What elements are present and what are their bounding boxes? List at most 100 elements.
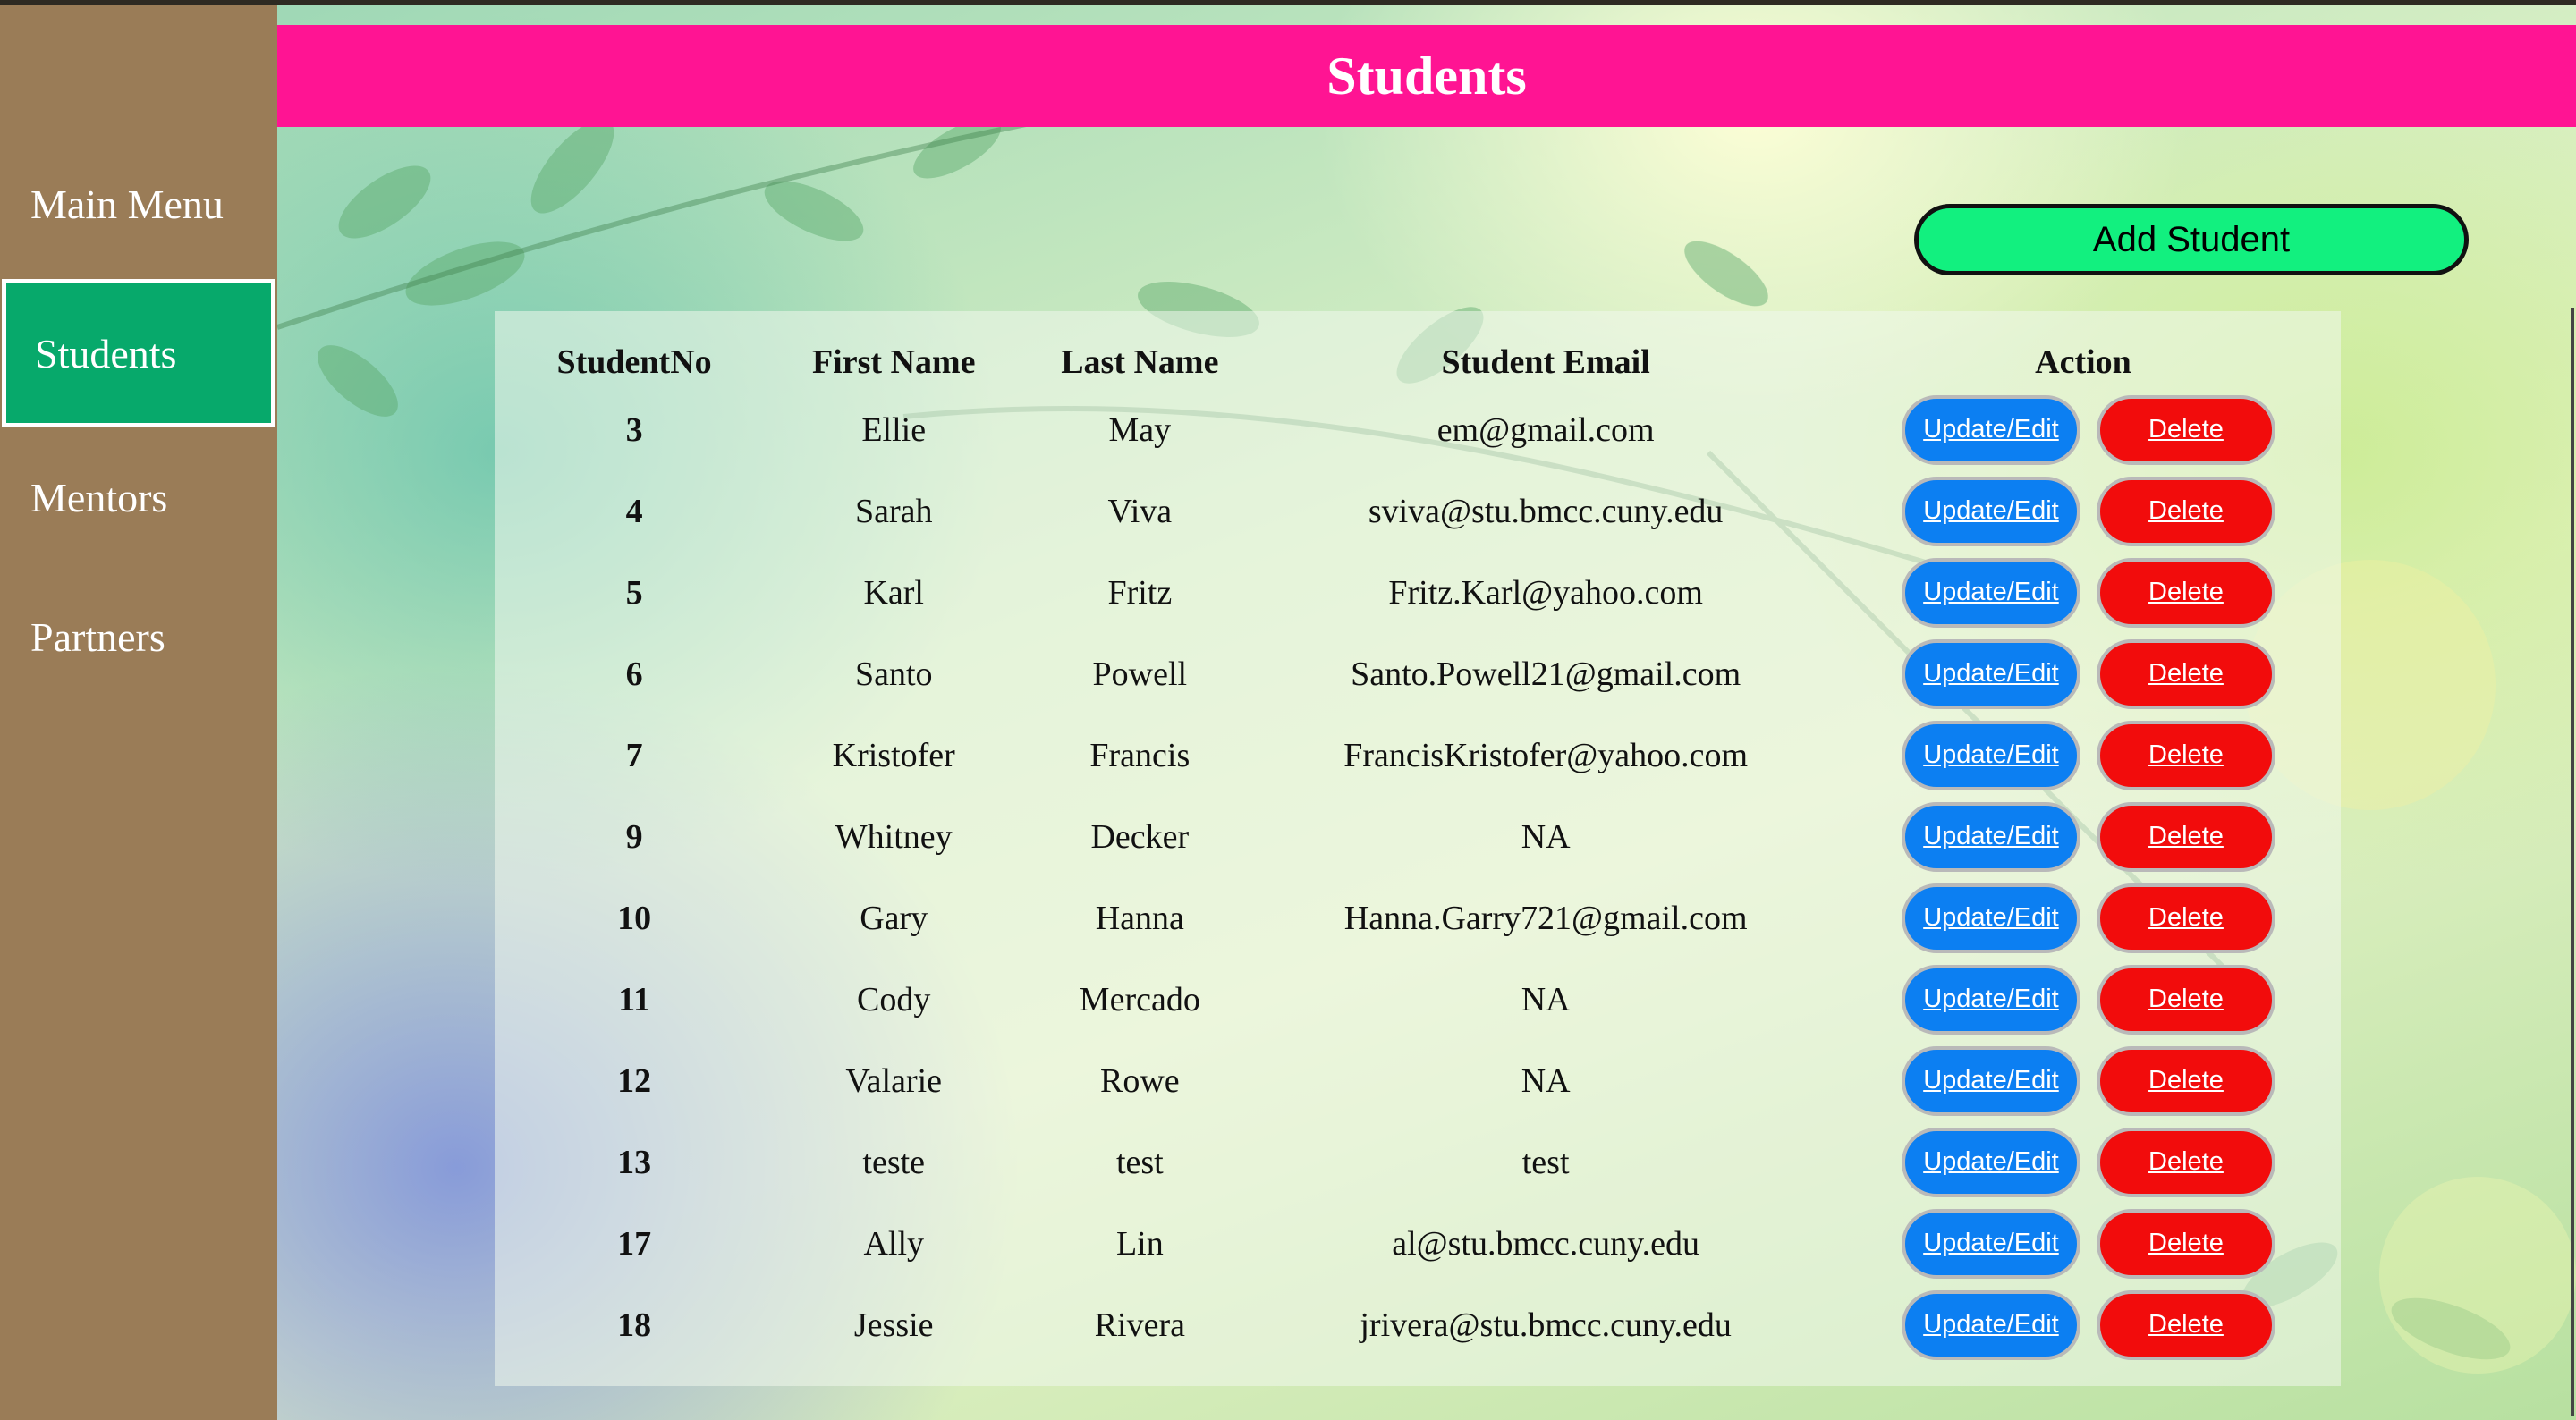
delete-button[interactable]: Delete — [2096, 638, 2275, 709]
row-actions: Update/Edit Delete — [1826, 883, 2341, 953]
update-edit-button[interactable]: Update/Edit — [1901, 801, 2080, 872]
first-name-cell: Kristofer — [832, 736, 955, 774]
table-row: 13 teste test test Update/Edit Delete — [495, 1121, 2341, 1203]
column-header-student-email: Student Email — [1441, 343, 1650, 381]
student-email-cell: Fritz.Karl@yahoo.com — [1388, 573, 1703, 612]
last-name-cell: Rowe — [1100, 1061, 1180, 1100]
student-email-cell: al@stu.bmcc.cuny.edu — [1392, 1224, 1700, 1263]
student-email-cell: Santo.Powell21@gmail.com — [1351, 655, 1741, 693]
update-edit-button[interactable]: Update/Edit — [1901, 883, 2080, 953]
table-row: 9 Whitney Decker NA Update/Edit Delete — [495, 796, 2341, 877]
last-name-cell: Decker — [1090, 817, 1190, 856]
table-row: 4 Sarah Viva sviva@stu.bmcc.cuny.edu Update/… — [495, 470, 2341, 552]
delete-button[interactable]: Delete — [2096, 1289, 2275, 1360]
first-name-cell: Ellie — [861, 410, 927, 449]
last-name-cell: May — [1108, 410, 1172, 449]
action-cell: Update/Edit Delete — [1826, 877, 2341, 959]
delete-button[interactable]: Delete — [2096, 1127, 2275, 1197]
student-no-cell: 7 — [625, 736, 643, 774]
sidebar-item-mentors[interactable]: Mentors — [0, 474, 277, 521]
column-header-first-name: First Name — [811, 343, 976, 381]
student-email-cell: FrancisKristofer@yahoo.com — [1343, 736, 1749, 774]
last-name-cell: Lin — [1115, 1224, 1164, 1263]
action-cell: Update/Edit Delete — [1826, 1203, 2341, 1284]
first-name-cell: teste — [862, 1143, 926, 1181]
page-header: Students — [277, 25, 2576, 127]
action-cell: Update/Edit Delete — [1826, 1040, 2341, 1121]
student-email-cell: Hanna.Garry721@gmail.com — [1343, 899, 1748, 937]
student-email-cell: test — [1521, 1143, 1570, 1181]
table-row: 7 Kristofer Francis FrancisKristofer@yahoo.… — [495, 714, 2341, 796]
update-edit-button[interactable]: Update/Edit — [1901, 638, 2080, 709]
update-edit-button[interactable]: Update/Edit — [1901, 1208, 2080, 1279]
action-cell: Update/Edit Delete — [1826, 1121, 2341, 1203]
student-no-cell: 9 — [625, 817, 643, 856]
column-header-student-no: StudentNo — [556, 343, 712, 381]
student-email-cell: NA — [1521, 817, 1571, 856]
first-name-cell: Santo — [854, 655, 933, 693]
row-actions: Update/Edit Delete — [1826, 1208, 2341, 1279]
last-name-cell: Francis — [1089, 736, 1191, 774]
delete-button[interactable]: Delete — [2096, 720, 2275, 790]
table-row: 11 Cody Mercado NA Update/Edit Delete — [495, 959, 2341, 1040]
student-email-cell: em@gmail.com — [1436, 410, 1655, 449]
update-edit-button[interactable]: Update/Edit — [1901, 964, 2080, 1035]
action-cell: Update/Edit Delete — [1826, 1284, 2341, 1365]
sidebar-item-partners[interactable]: Partners — [0, 613, 277, 661]
table-row: 18 Jessie Rivera jrivera@stu.bmcc.cuny.edu U… — [495, 1284, 2341, 1365]
delete-button[interactable]: Delete — [2096, 1045, 2275, 1116]
first-name-cell: Valarie — [845, 1061, 943, 1100]
add-student-button[interactable]: Add Student — [1914, 204, 2469, 275]
sidebar-item-label: Students — [35, 330, 177, 376]
sidebar-item-main-menu[interactable]: Main Menu — [0, 181, 277, 228]
delete-button[interactable]: Delete — [2096, 557, 2275, 628]
student-email-cell: sviva@stu.bmcc.cuny.edu — [1368, 492, 1724, 530]
scrollbar[interactable] — [2571, 308, 2574, 1416]
column-header-action: Action — [2035, 343, 2131, 381]
student-no-cell: 3 — [625, 410, 643, 449]
action-cell: Update/Edit Delete — [1826, 796, 2341, 877]
students-table: StudentNo First Name Last Name Student E… — [495, 311, 2341, 1365]
first-name-cell: Jessie — [853, 1306, 934, 1344]
delete-button[interactable]: Delete — [2096, 394, 2275, 465]
main-content: Students Add Student StudentNo First Nam… — [277, 5, 2576, 1420]
student-no-cell: 18 — [617, 1306, 652, 1344]
update-edit-button[interactable]: Update/Edit — [1901, 1127, 2080, 1197]
action-cell: Update/Edit Delete — [1826, 633, 2341, 714]
delete-button[interactable]: Delete — [2096, 1208, 2275, 1279]
table-row: 10 Gary Hanna Hanna.Garry721@gmail.com Updat… — [495, 877, 2341, 959]
row-actions: Update/Edit Delete — [1826, 801, 2341, 872]
update-edit-button[interactable]: Update/Edit — [1901, 394, 2080, 465]
update-edit-button[interactable]: Update/Edit — [1901, 476, 2080, 546]
row-actions: Update/Edit Delete — [1826, 476, 2341, 546]
page-title: Students — [1326, 46, 1527, 106]
sidebar-item-students[interactable]: Students — [2, 279, 275, 427]
delete-button[interactable]: Delete — [2096, 801, 2275, 872]
first-name-cell: Gary — [860, 899, 928, 937]
delete-button[interactable]: Delete — [2096, 883, 2275, 953]
student-no-cell: 4 — [625, 492, 643, 530]
first-name-cell: Whitney — [835, 817, 953, 856]
column-header-last-name: Last Name — [1061, 343, 1219, 381]
first-name-cell: Sarah — [854, 492, 933, 530]
student-email-cell: NA — [1521, 980, 1571, 1019]
first-name-cell: Cody — [857, 980, 931, 1019]
update-edit-button[interactable]: Update/Edit — [1901, 1045, 2080, 1116]
students-table-panel: StudentNo First Name Last Name Student E… — [495, 311, 2341, 1386]
row-actions: Update/Edit Delete — [1826, 964, 2341, 1035]
student-no-cell: 11 — [618, 980, 651, 1019]
student-no-cell: 5 — [625, 573, 643, 612]
row-actions: Update/Edit Delete — [1826, 720, 2341, 790]
last-name-cell: Hanna — [1095, 899, 1184, 937]
table-row: 12 Valarie Rowe NA Update/Edit Delete — [495, 1040, 2341, 1121]
delete-button[interactable]: Delete — [2096, 964, 2275, 1035]
row-actions: Update/Edit Delete — [1826, 557, 2341, 628]
update-edit-button[interactable]: Update/Edit — [1901, 720, 2080, 790]
delete-button[interactable]: Delete — [2096, 476, 2275, 546]
table-header-row: StudentNo First Name Last Name Student E… — [495, 311, 2341, 389]
table-row: 3 Ellie May em@gmail.com Update/Edit Delete — [495, 389, 2341, 470]
first-name-cell: Karl — [863, 573, 924, 612]
update-edit-button[interactable]: Update/Edit — [1901, 557, 2080, 628]
update-edit-button[interactable]: Update/Edit — [1901, 1289, 2080, 1360]
action-cell: Update/Edit Delete — [1826, 959, 2341, 1040]
